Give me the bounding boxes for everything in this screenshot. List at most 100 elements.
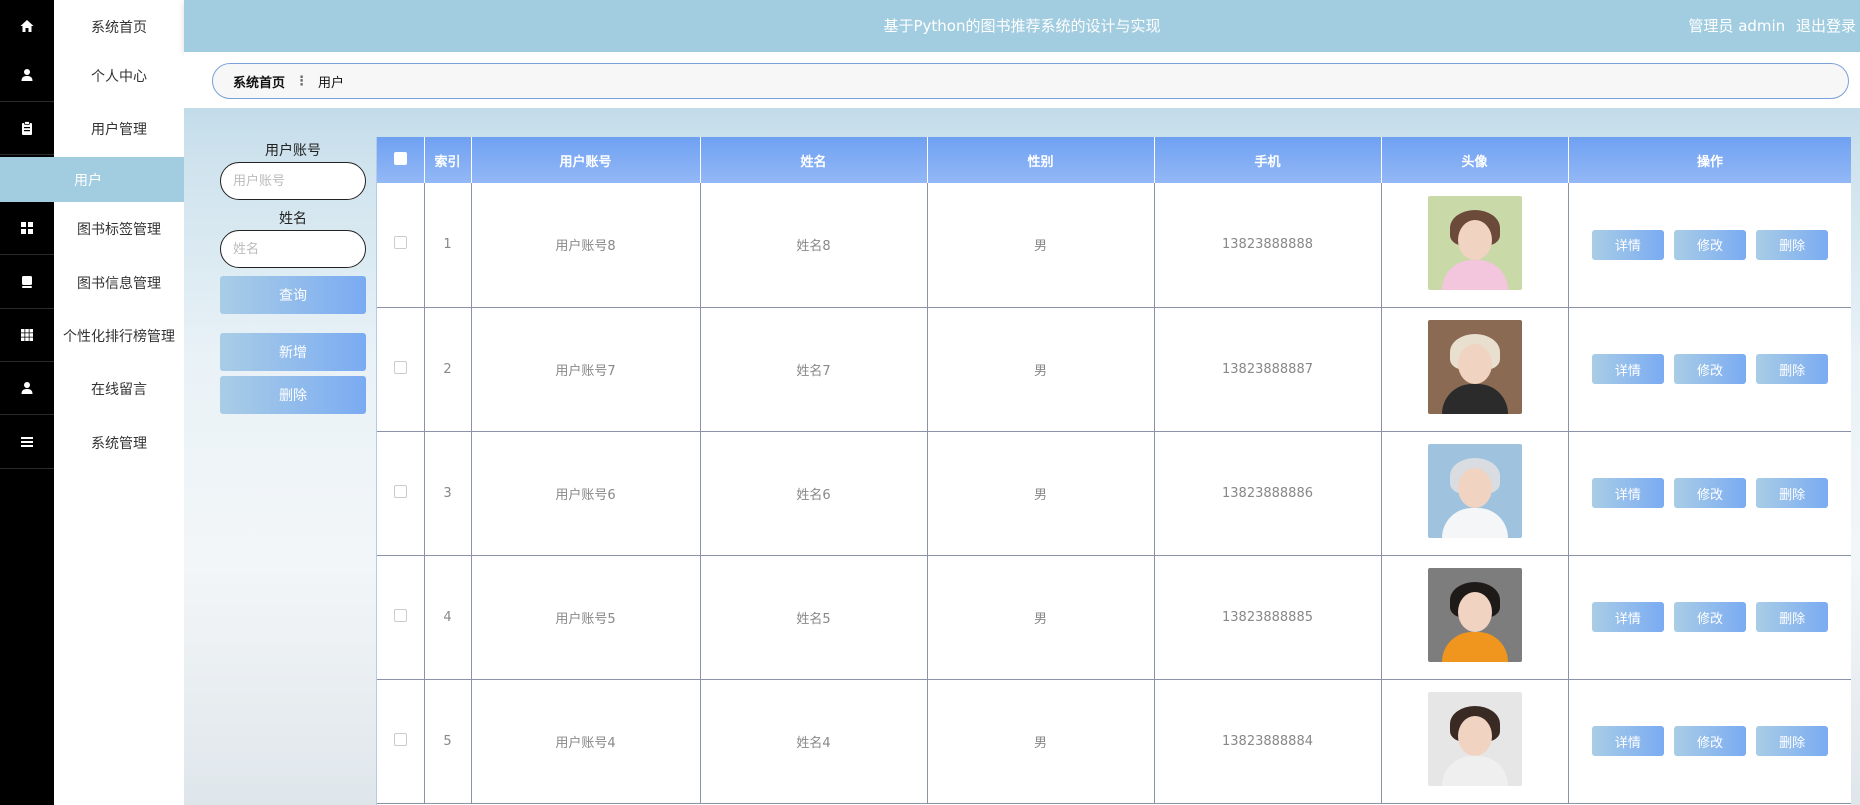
sidebar-item-label: 用户管理	[91, 121, 147, 138]
delete-button[interactable]: 删除	[1756, 602, 1829, 632]
sidebar-item-system[interactable]: 系统管理	[0, 416, 184, 469]
user-table-container: 索引 用户账号 姓名 性别 手机 头像 操作 1 用户账号8 姓名8 男 138…	[376, 137, 1851, 805]
column-header[interactable]: 手机	[1154, 137, 1382, 183]
clipboard-icon	[0, 102, 54, 155]
row-phone: 13823888888	[1154, 183, 1382, 308]
detail-button[interactable]: 详情	[1591, 354, 1664, 384]
row-checkbox[interactable]	[393, 360, 407, 374]
batch-delete-button[interactable]: 删除	[220, 376, 366, 414]
avatar	[1427, 195, 1522, 290]
sidebar-item-messages[interactable]: 在线留言	[0, 362, 184, 415]
sidebar-item-book-info[interactable]: 图书信息管理	[0, 256, 184, 309]
select-all-cell	[377, 137, 425, 183]
row-account: 用户账号8	[471, 183, 701, 308]
row-checkbox[interactable]	[393, 732, 407, 746]
column-header[interactable]: 姓名	[700, 137, 928, 183]
top-header: 基于Python的图书推荐系统的设计与实现 管理员 admin 退出登录	[184, 0, 1860, 52]
detail-button[interactable]: 详情	[1591, 602, 1664, 632]
row-phone: 13823888884	[1154, 679, 1382, 804]
sidebar-item-home[interactable]: 系统首页	[0, 0, 184, 53]
row-name: 姓名6	[700, 431, 928, 556]
row-name: 姓名5	[700, 555, 928, 680]
name-search-input[interactable]	[220, 230, 366, 268]
column-header: 操作	[1568, 137, 1851, 183]
row-account: 用户账号7	[471, 307, 701, 432]
breadcrumb-separator: ⋮	[295, 73, 309, 89]
edit-button[interactable]: 修改	[1674, 229, 1746, 260]
breadcrumb: 系统首页 ⋮ 用户	[212, 63, 1849, 99]
breadcrumb-current: 用户	[318, 75, 345, 91]
avatar	[1427, 692, 1522, 786]
query-button[interactable]: 查询	[220, 276, 366, 314]
sidebar-item-label: 个人中心	[91, 68, 147, 85]
row-index: 5	[424, 679, 472, 804]
user-icon	[0, 49, 54, 102]
menu-icon	[0, 416, 54, 469]
row-gender: 男	[927, 307, 1155, 432]
sidebar-item-label: 图书标签管理	[77, 221, 161, 238]
row-account: 用户账号6	[471, 431, 701, 556]
row-gender: 男	[927, 679, 1155, 804]
column-header[interactable]: 用户账号	[471, 137, 701, 183]
column-header[interactable]: 性别	[927, 137, 1155, 183]
sidebar-item-profile[interactable]: 个人中心	[0, 49, 184, 102]
sidebar-item-label: 在线留言	[91, 381, 147, 398]
account-search-input[interactable]	[220, 162, 366, 200]
edit-button[interactable]: 修改	[1674, 354, 1746, 384]
grid-icon	[0, 202, 54, 255]
app-title: 基于Python的图书推荐系统的设计与实现	[883, 17, 1161, 35]
current-user: 管理员 admin	[1688, 17, 1786, 35]
row-gender: 男	[927, 183, 1155, 308]
edit-button[interactable]: 修改	[1674, 478, 1746, 508]
table-row: 4 用户账号5 姓名5 男 13823888885 详情 修改 删除	[377, 555, 1851, 680]
apps-icon	[0, 309, 54, 362]
row-phone: 13823888886	[1154, 431, 1382, 556]
delete-button[interactable]: 删除	[1756, 354, 1829, 384]
account-label: 用户账号	[265, 143, 321, 159]
table-row: 2 用户账号7 姓名7 男 13823888887 详情 修改 删除	[377, 307, 1851, 432]
row-gender: 男	[927, 555, 1155, 680]
add-button[interactable]: 新增	[220, 333, 366, 371]
sidebar-subitem-user[interactable]: 用户	[0, 157, 184, 202]
detail-button[interactable]: 详情	[1591, 478, 1664, 508]
select-all-checkbox[interactable]	[393, 151, 407, 165]
delete-button[interactable]: 删除	[1756, 478, 1829, 508]
row-index: 3	[424, 431, 472, 556]
table-header-row: 索引 用户账号 姓名 性别 手机 头像 操作	[377, 137, 1851, 183]
avatar	[1427, 320, 1522, 414]
home-icon	[0, 0, 54, 53]
row-index: 4	[424, 555, 472, 680]
sidebar-item-label: 个性化排行榜管理	[63, 328, 175, 345]
detail-button[interactable]: 详情	[1591, 229, 1664, 260]
column-header: 头像	[1381, 137, 1569, 183]
breadcrumb-bar: 系统首页 ⋮ 用户	[184, 52, 1860, 108]
row-account: 用户账号5	[471, 555, 701, 680]
logout-link[interactable]: 退出登录	[1796, 17, 1856, 35]
sidebar-item-label: 系统首页	[91, 19, 147, 36]
book-icon	[0, 256, 54, 309]
sidebar-item-user-management[interactable]: 用户管理	[0, 102, 184, 155]
avatar	[1427, 568, 1522, 662]
row-phone: 13823888887	[1154, 307, 1382, 432]
sidebar-item-ranking[interactable]: 个性化排行榜管理	[0, 309, 184, 362]
sidebar-item-label: 系统管理	[91, 435, 147, 452]
delete-button[interactable]: 删除	[1756, 229, 1829, 260]
row-index: 2	[424, 307, 472, 432]
edit-button[interactable]: 修改	[1674, 602, 1746, 632]
sidebar-item-label: 图书信息管理	[77, 275, 161, 292]
row-checkbox[interactable]	[393, 608, 407, 622]
column-header: 索引	[424, 137, 472, 183]
delete-button[interactable]: 删除	[1756, 726, 1829, 756]
user-icon	[0, 362, 54, 415]
detail-button[interactable]: 详情	[1591, 726, 1664, 756]
edit-button[interactable]: 修改	[1674, 726, 1746, 756]
row-name: 姓名4	[700, 679, 928, 804]
row-checkbox[interactable]	[393, 484, 407, 498]
avatar	[1427, 444, 1522, 538]
row-name: 姓名7	[700, 307, 928, 432]
row-checkbox[interactable]	[393, 236, 407, 250]
breadcrumb-home[interactable]: 系统首页	[233, 72, 285, 91]
sidebar-item-book-tags[interactable]: 图书标签管理	[0, 202, 184, 255]
row-index: 1	[424, 183, 472, 308]
table-row: 5 用户账号4 姓名4 男 13823888884 详情 修改 删除	[377, 679, 1851, 804]
